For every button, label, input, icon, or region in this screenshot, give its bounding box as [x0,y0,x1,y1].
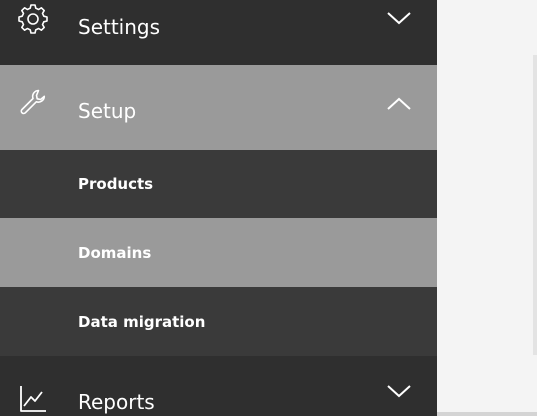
chevron-down-icon[interactable] [386,382,412,400]
sidebar-subitem-label: Domains [78,244,152,262]
content-edge [533,55,537,355]
chevron-up-icon[interactable] [386,95,412,113]
chevron-down-icon[interactable] [386,9,412,27]
wrench-icon [18,87,48,117]
line-chart-icon [18,384,48,414]
sidebar-subitem-domains[interactable]: Domains [0,218,437,287]
gear-icon [18,4,48,34]
sidebar-item-reports[interactable]: Reports [0,356,437,416]
sidebar-item-label: Setup [78,99,137,123]
sidebar-item-label: Reports [78,390,155,414]
admin-sidebar: Settings Setup Products Domains Data mig… [0,0,437,416]
content-bottom-edge [437,412,537,416]
sidebar-subitem-label: Products [78,175,154,193]
sidebar-item-settings[interactable]: Settings [0,0,437,65]
sidebar-subitem-products[interactable]: Products [0,150,437,218]
sidebar-subitem-label: Data migration [78,313,206,331]
sidebar-item-label: Settings [78,15,161,39]
sidebar-subitem-data-migration[interactable]: Data migration [0,287,437,356]
sidebar-item-setup[interactable]: Setup [0,65,437,150]
main-content-area [437,0,537,416]
